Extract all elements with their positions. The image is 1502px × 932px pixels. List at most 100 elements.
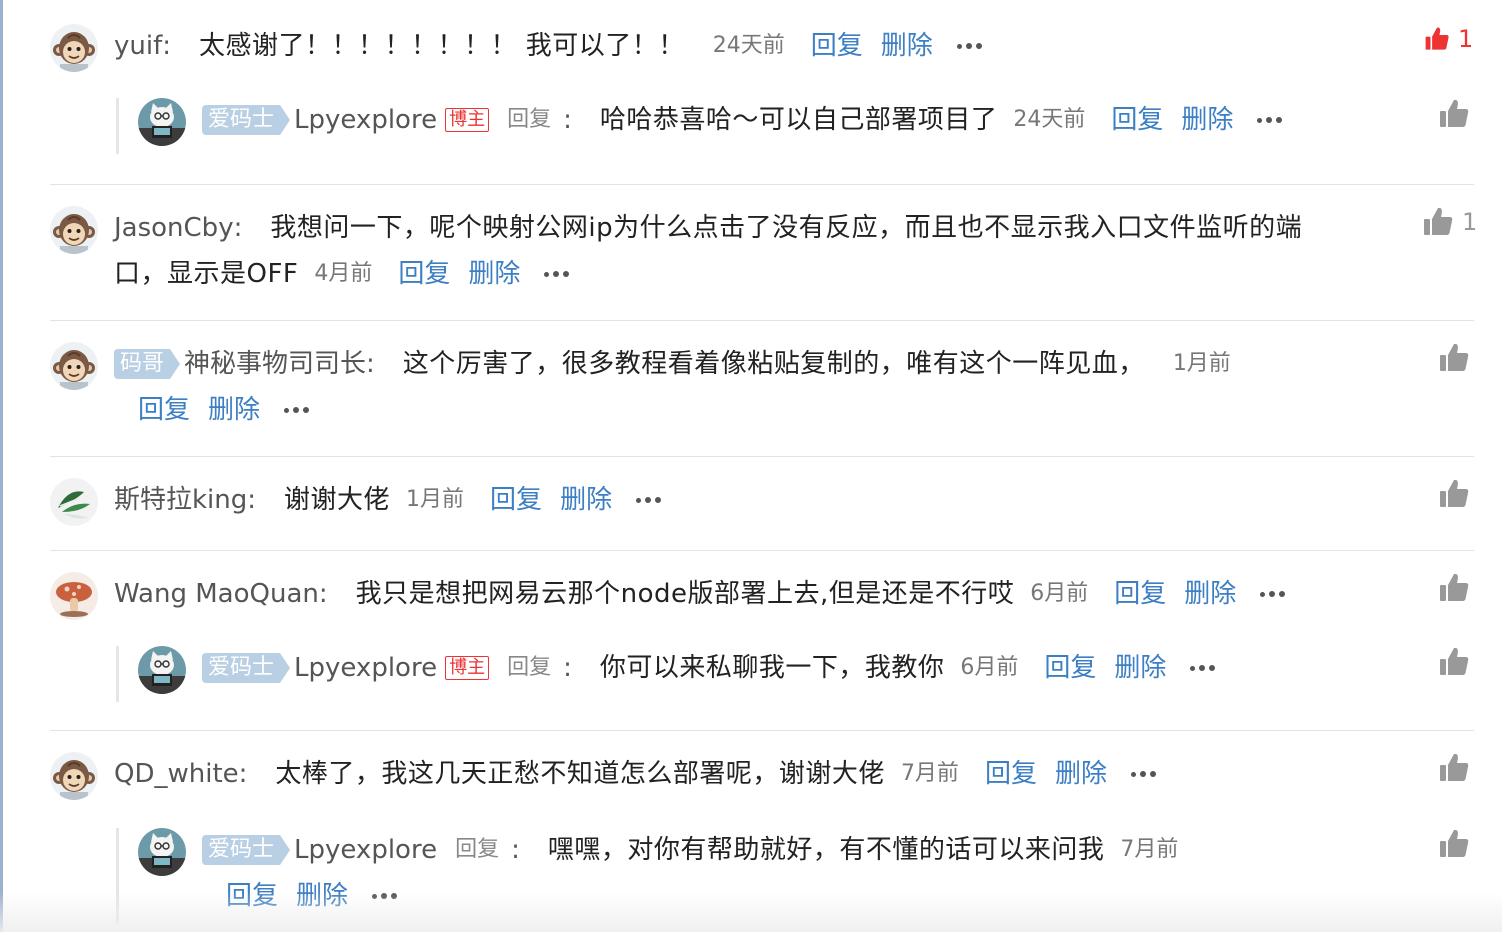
like-button[interactable] [1438,752,1470,784]
user-avatar[interactable] [50,24,98,72]
like-button[interactable] [1438,478,1470,510]
more-options-icon[interactable] [284,407,310,413]
like-button[interactable] [1438,572,1470,604]
reply-word: 回复 [507,655,552,680]
reply-button[interactable]: 回复 [811,28,863,64]
blogger-badge: 博主 [445,108,490,132]
reply-word: 回复 [507,107,552,132]
user-avatar[interactable] [50,752,98,800]
delete-button[interactable]: 删除 [1114,650,1166,686]
reply-button[interactable]: 回复 [138,392,190,428]
user-avatar[interactable] [50,206,98,254]
comment-line: 斯特拉king : 谢谢大佬 1月前 回复 删除 [114,482,662,518]
reply-username[interactable]: Lpyexplore [294,102,437,138]
user-avatar[interactable] [138,646,186,694]
comment-line: 口，显示是OFF 4月前 回复 删除 [114,256,570,292]
thumbs-up-icon [1438,572,1470,604]
reply-button[interactable]: 回复 [1044,650,1096,686]
comment-text-continued: 口，显示是OFF [114,259,299,289]
comment-username[interactable]: 神秘事物司司长 [184,346,366,382]
user-avatar[interactable] [50,342,98,390]
delete-button[interactable]: 删除 [1184,576,1236,612]
reply-line: 爱码士 Lpyexplore 博主 回复 : 你可以来私聊我一下，我教你 6月前… [202,650,1216,686]
delete-button[interactable]: 删除 [881,28,933,64]
colon-separator: : [247,485,257,515]
reply-button[interactable]: 回复 [985,756,1037,792]
reply-text: 你可以来私聊我一下，我教你 [599,653,945,683]
colon-separator: : [233,213,243,243]
reply-text: 嘿嘿，对你有帮助就好，有不懂的话可以来问我 [547,835,1105,865]
delete-button[interactable]: 删除 [208,392,260,428]
comment-time: 1月前 [1172,351,1231,376]
reply-username[interactable]: Lpyexplore [294,832,437,868]
comment-divider [50,184,1474,185]
comment-text: 这个厉害了，很多教程看着像粘贴复制的，唯有这个一阵见血， [402,349,1145,379]
thumbs-up-icon [1424,26,1450,52]
comment-divider [50,320,1474,321]
more-options-icon[interactable] [544,271,570,277]
reply-button[interactable]: 回复 [398,256,450,292]
reply-button[interactable]: 回复 [490,482,542,518]
user-level-badge: 爱码士 [202,653,291,683]
delete-button[interactable]: 删除 [560,482,612,518]
more-options-icon[interactable] [956,43,982,49]
reply-username[interactable]: Lpyexplore [294,650,437,686]
like-button[interactable] [1438,828,1470,860]
colon-separator: : [366,349,375,379]
cat-avatar-icon [138,646,186,694]
thumbs-up-icon [1422,206,1454,238]
user-level-badge: 爱码士 [202,105,291,135]
colon-separator: : [511,835,520,865]
comment-time: 24天前 [712,33,785,58]
comment-line: yuif : 太感谢了！！！！！！！！ 我可以了！！ 24天前 回复 删除 [114,28,982,64]
comment-text: 我想问一下，呢个映射公网ip为什么点击了没有反应，而且也不显示我入口文件监听的端 [270,213,1303,243]
comment-text: 太棒了，我这几天正愁不知道怎么部署呢，谢谢大佬 [275,759,885,789]
blogger-badge: 博主 [445,656,490,680]
more-options-icon[interactable] [1257,117,1283,123]
comment-text: 太感谢了！！！！！！！！ 我可以了！！ [199,31,685,61]
thumbs-up-icon [1438,98,1470,130]
more-options-icon[interactable] [372,893,398,899]
like-button[interactable]: 1 [1422,206,1477,238]
like-button[interactable] [1438,646,1470,678]
cat-avatar-icon [138,828,186,876]
comment-username[interactable]: 斯特拉king [114,482,247,518]
reply-time: 24天前 [1013,107,1086,132]
like-button[interactable] [1438,98,1470,130]
comment-text: 我只是想把网易云那个node版部署上去,但是还是不行哎 [355,579,1015,609]
more-options-icon[interactable] [1260,591,1286,597]
reply-button[interactable]: 回复 [1114,576,1166,612]
comment-username[interactable]: QD_white [114,756,239,792]
delete-button[interactable]: 删除 [1181,102,1233,138]
comment-username[interactable]: yuif [114,28,162,64]
comment-time: 1月前 [406,487,465,512]
more-options-icon[interactable] [1130,771,1156,777]
comment-username[interactable]: Wang MaoQuan [114,576,319,612]
comment-username[interactable]: JasonCby [114,210,234,246]
user-avatar[interactable] [138,98,186,146]
comment-time: 4月前 [314,261,373,286]
more-options-icon[interactable] [636,497,662,503]
plant-avatar-icon [50,478,98,526]
reply-button[interactable]: 回复 [1111,102,1163,138]
comment-divider [50,730,1474,731]
thumbs-up-icon [1438,752,1470,784]
user-avatar[interactable] [50,478,98,526]
monkey-avatar-icon [50,752,98,800]
reply-word: 回复 [455,837,500,862]
user-avatar[interactable] [50,572,98,620]
colon-separator: : [162,31,172,61]
user-avatar[interactable] [138,828,186,876]
thumbs-up-icon [1438,828,1470,860]
mushroom-avatar-icon [50,572,98,620]
reply-button[interactable]: 回复 [226,878,278,914]
more-options-icon[interactable] [1190,665,1216,671]
like-button[interactable] [1438,342,1470,374]
delete-button[interactable]: 删除 [1055,756,1107,792]
delete-button[interactable]: 删除 [468,256,520,292]
comment-line: QD_white : 太棒了，我这几天正愁不知道怎么部署呢，谢谢大佬 7月前 回… [114,756,1156,792]
delete-button[interactable]: 删除 [296,878,348,914]
like-button[interactable]: 1 [1424,25,1473,53]
reply-actions: 回复 删除 [226,878,398,914]
reply-text: 哈哈恭喜哈～可以自己部署项目了 [599,105,998,135]
